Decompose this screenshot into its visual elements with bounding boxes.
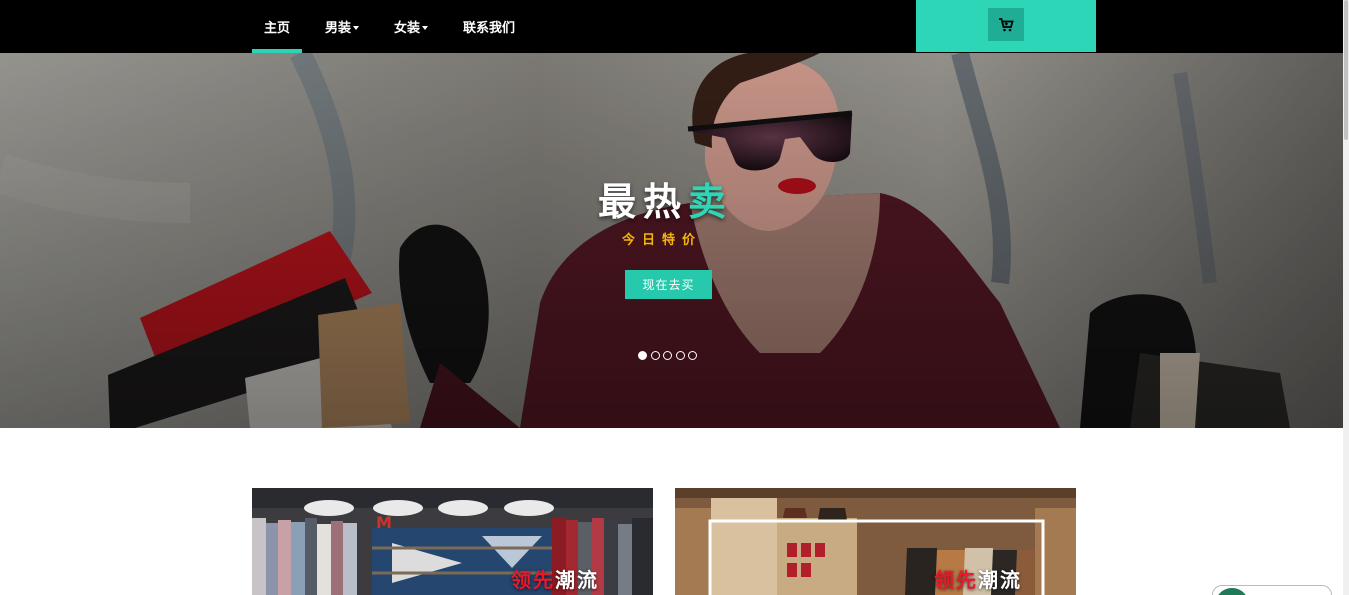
label-highlight: 领先 bbox=[934, 568, 978, 592]
carousel-dot[interactable] bbox=[688, 351, 697, 360]
page: 主页 男装 女装 联系我们 最热卖 今日特价 现在去买 M 领先潮流 领先潮流 bbox=[0, 0, 1349, 595]
promo-card-label: 领先潮流 bbox=[511, 564, 599, 593]
cart-area bbox=[916, 0, 1096, 52]
nav-item-contact[interactable]: 联系我们 bbox=[451, 0, 527, 53]
hero-title-main: 最热 bbox=[598, 180, 689, 224]
cart-button[interactable] bbox=[988, 8, 1024, 41]
carousel-dot[interactable] bbox=[663, 351, 672, 360]
promo-card-label: 领先潮流 bbox=[934, 564, 1022, 593]
svg-text:M: M bbox=[376, 513, 392, 532]
nav-item-home[interactable]: 主页 bbox=[252, 0, 303, 53]
caret-down-icon bbox=[353, 25, 360, 30]
shopping-cart-icon bbox=[999, 17, 1014, 31]
hero-subtitle: 今日特价 bbox=[622, 233, 703, 248]
promo-card-clothing[interactable]: M 领先潮流 bbox=[252, 488, 653, 595]
nav-menu: 主页 男装 女装 联系我们 bbox=[252, 0, 527, 53]
label-highlight: 领先 bbox=[511, 568, 555, 592]
page-scrollbar[interactable] bbox=[1343, 0, 1349, 595]
hero-title: 最热卖 bbox=[598, 171, 733, 226]
nav-item-womenswear[interactable]: 女装 bbox=[382, 0, 440, 53]
nav-item-label: 男装 bbox=[325, 21, 352, 36]
hero-carousel: 最热卖 今日特价 现在去买 bbox=[0, 53, 1343, 428]
label-text: 潮流 bbox=[555, 568, 599, 592]
carousel-indicators bbox=[638, 351, 701, 360]
carousel-dot[interactable] bbox=[650, 351, 660, 360]
promo-card-bags[interactable]: 领先潮流 bbox=[675, 488, 1076, 595]
nav-item-label: 主页 bbox=[264, 21, 291, 36]
carousel-dot[interactable] bbox=[638, 351, 647, 360]
nav-item-menswear[interactable]: 男装 bbox=[313, 0, 371, 53]
top-navbar: 主页 男装 女装 联系我们 bbox=[0, 0, 1343, 53]
hero-title-accent: 卖 bbox=[688, 180, 734, 224]
label-text: 潮流 bbox=[978, 568, 1022, 592]
nav-item-label: 联系我们 bbox=[463, 21, 516, 36]
caret-down-icon bbox=[422, 25, 429, 30]
scrollbar-thumb[interactable] bbox=[1344, 0, 1348, 140]
buy-now-button[interactable]: 现在去买 bbox=[625, 270, 712, 299]
carousel-dot[interactable] bbox=[675, 351, 685, 360]
nav-item-label: 女装 bbox=[394, 21, 421, 36]
